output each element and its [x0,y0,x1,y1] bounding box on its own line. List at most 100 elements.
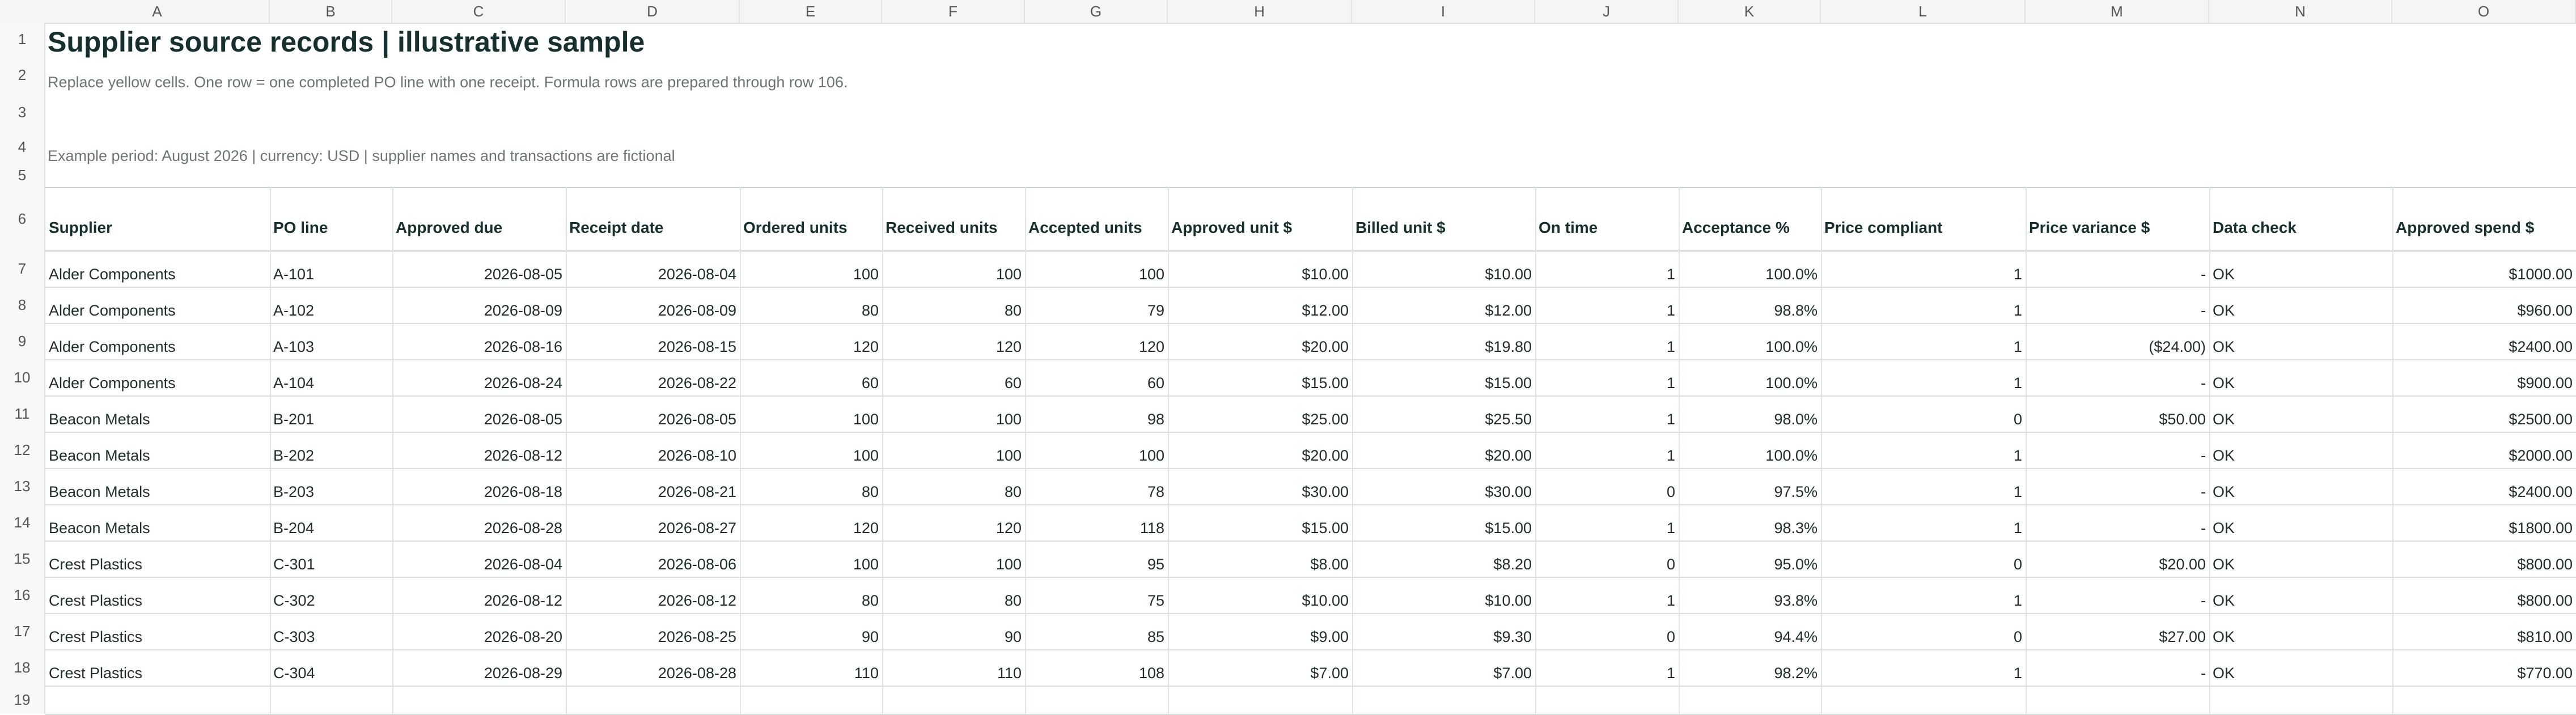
period-note[interactable]: Example period: August 2026 | currency: … [48,147,675,165]
data-cell-o[interactable]: $900.00 [2392,359,2576,395]
row-header-11[interactable]: 11 [0,395,45,432]
header-cell-k[interactable]: Acceptance % [1679,187,1821,250]
data-cell-g[interactable]: 79 [1025,287,1168,323]
data-cell-o[interactable]: $800.00 [2392,577,2576,613]
data-cell-a[interactable]: Beacon Metals [45,395,270,432]
data-cell-m[interactable]: - [2026,504,2209,540]
data-cell-h[interactable]: $8.00 [1168,540,1352,577]
data-cell-e[interactable]: 110 [740,649,882,686]
data-cell-b[interactable]: B-202 [270,432,392,468]
sheet-title[interactable]: Supplier source records | illustrative s… [48,25,645,59]
data-cell-l[interactable]: 0 [1821,613,2026,649]
row-header-9[interactable]: 9 [0,323,45,359]
row-header-8[interactable]: 8 [0,287,45,323]
data-cell-j[interactable]: 1 [1535,250,1679,287]
data-cell-f[interactable]: 80 [882,287,1025,323]
data-cell-i[interactable]: $20.00 [1352,432,1535,468]
data-cell-j[interactable]: 1 [1535,432,1679,468]
data-cell-k[interactable]: 100.0% [1679,323,1821,359]
column-header-d[interactable]: D [566,0,740,23]
data-cell-o[interactable]: $800.00 [2392,540,2576,577]
data-cell-d[interactable]: 2026-08-28 [566,649,740,686]
header-cell-b[interactable]: PO line [270,187,392,250]
data-cell-j[interactable]: 1 [1535,395,1679,432]
data-cell-n[interactable]: OK [2209,395,2392,432]
data-cell-k[interactable]: 100.0% [1679,432,1821,468]
data-cell-n[interactable]: OK [2209,359,2392,395]
data-cell-i[interactable]: $10.00 [1352,577,1535,613]
data-cell-i[interactable]: $15.00 [1352,359,1535,395]
column-header-o[interactable]: O [2392,0,2576,23]
data-cell-m[interactable]: - [2026,250,2209,287]
data-cell-b[interactable]: C-304 [270,649,392,686]
data-cell-o[interactable]: $770.00 [2392,649,2576,686]
data-cell-o[interactable]: $2500.00 [2392,395,2576,432]
row-header-5[interactable]: 5 [0,164,45,187]
data-cell-a[interactable]: Alder Components [45,359,270,395]
column-header-k[interactable]: K [1679,0,1821,23]
data-cell-g[interactable]: 100 [1025,432,1168,468]
data-cell-h[interactable]: $15.00 [1168,504,1352,540]
data-cell-a[interactable]: Alder Components [45,323,270,359]
data-cell-k[interactable]: 97.5% [1679,468,1821,504]
data-cell-m[interactable]: $50.00 [2026,395,2209,432]
data-cell-b[interactable]: A-102 [270,287,392,323]
data-cell-n[interactable]: OK [2209,577,2392,613]
data-cell-d[interactable]: 2026-08-06 [566,540,740,577]
data-cell-o[interactable]: $2400.00 [2392,468,2576,504]
data-cell-c[interactable]: 2026-08-20 [392,613,566,649]
data-cell-n[interactable]: OK [2209,504,2392,540]
data-cell-c[interactable]: 2026-08-09 [392,287,566,323]
data-cell-a[interactable]: Crest Plastics [45,540,270,577]
data-cell-f[interactable]: 120 [882,323,1025,359]
data-cell-k[interactable]: 98.3% [1679,504,1821,540]
data-cell-i[interactable]: $12.00 [1352,287,1535,323]
data-cell-d[interactable]: 2026-08-10 [566,432,740,468]
data-cell-m[interactable]: - [2026,649,2209,686]
header-cell-n[interactable]: Data check [2209,187,2392,250]
data-cell-d[interactable]: 2026-08-27 [566,504,740,540]
data-cell-e[interactable]: 120 [740,504,882,540]
header-cell-d[interactable]: Receipt date [566,187,740,250]
data-cell-c[interactable]: 2026-08-29 [392,649,566,686]
data-cell-d[interactable]: 2026-08-04 [566,250,740,287]
data-cell-c[interactable]: 2026-08-12 [392,577,566,613]
column-header-e[interactable]: E [740,0,882,23]
data-cell-g[interactable]: 60 [1025,359,1168,395]
data-cell-f[interactable]: 60 [882,359,1025,395]
spreadsheet-grid[interactable]: ABCDEFGHIJKLMNO 1 2 3 4 5 6 7 8 9 10 11 12 13 14 15 16 1… [0,0,2576,715]
data-cell-o[interactable]: $960.00 [2392,287,2576,323]
data-cell-h[interactable]: $10.00 [1168,577,1352,613]
data-cell-g[interactable]: 108 [1025,649,1168,686]
header-cell-o[interactable]: Approved spend $ [2392,187,2576,250]
data-cell-l[interactable]: 0 [1821,540,2026,577]
data-cell-i[interactable]: $15.00 [1352,504,1535,540]
data-cell-c[interactable]: 2026-08-28 [392,504,566,540]
data-cell-h[interactable]: $7.00 [1168,649,1352,686]
data-cell-n[interactable]: OK [2209,250,2392,287]
data-cell-g[interactable]: 85 [1025,613,1168,649]
data-cell-o[interactable]: $1800.00 [2392,504,2576,540]
row-header-4[interactable]: 4 [0,130,45,164]
data-cell-d[interactable]: 2026-08-12 [566,577,740,613]
data-cell-d[interactable]: 2026-08-15 [566,323,740,359]
row-header-1[interactable]: 1 [0,23,45,56]
data-cell-h[interactable]: $25.00 [1168,395,1352,432]
data-cell-g[interactable]: 95 [1025,540,1168,577]
data-cell-e[interactable]: 90 [740,613,882,649]
data-cell-f[interactable]: 120 [882,504,1025,540]
column-header-a[interactable]: A [45,0,270,23]
data-cell-l[interactable]: 1 [1821,504,2026,540]
data-cell-j[interactable]: 1 [1535,287,1679,323]
data-cell-g[interactable]: 118 [1025,504,1168,540]
data-cell-n[interactable]: OK [2209,613,2392,649]
data-cell-n[interactable]: OK [2209,540,2392,577]
header-cell-g[interactable]: Accepted units [1025,187,1168,250]
data-cell-n[interactable]: OK [2209,287,2392,323]
data-cell-i[interactable]: $25.50 [1352,395,1535,432]
data-cell-a[interactable]: Beacon Metals [45,504,270,540]
data-cell-m[interactable]: - [2026,468,2209,504]
data-cell-l[interactable]: 1 [1821,250,2026,287]
header-cell-c[interactable]: Approved due [392,187,566,250]
row-header-15[interactable]: 15 [0,540,45,577]
